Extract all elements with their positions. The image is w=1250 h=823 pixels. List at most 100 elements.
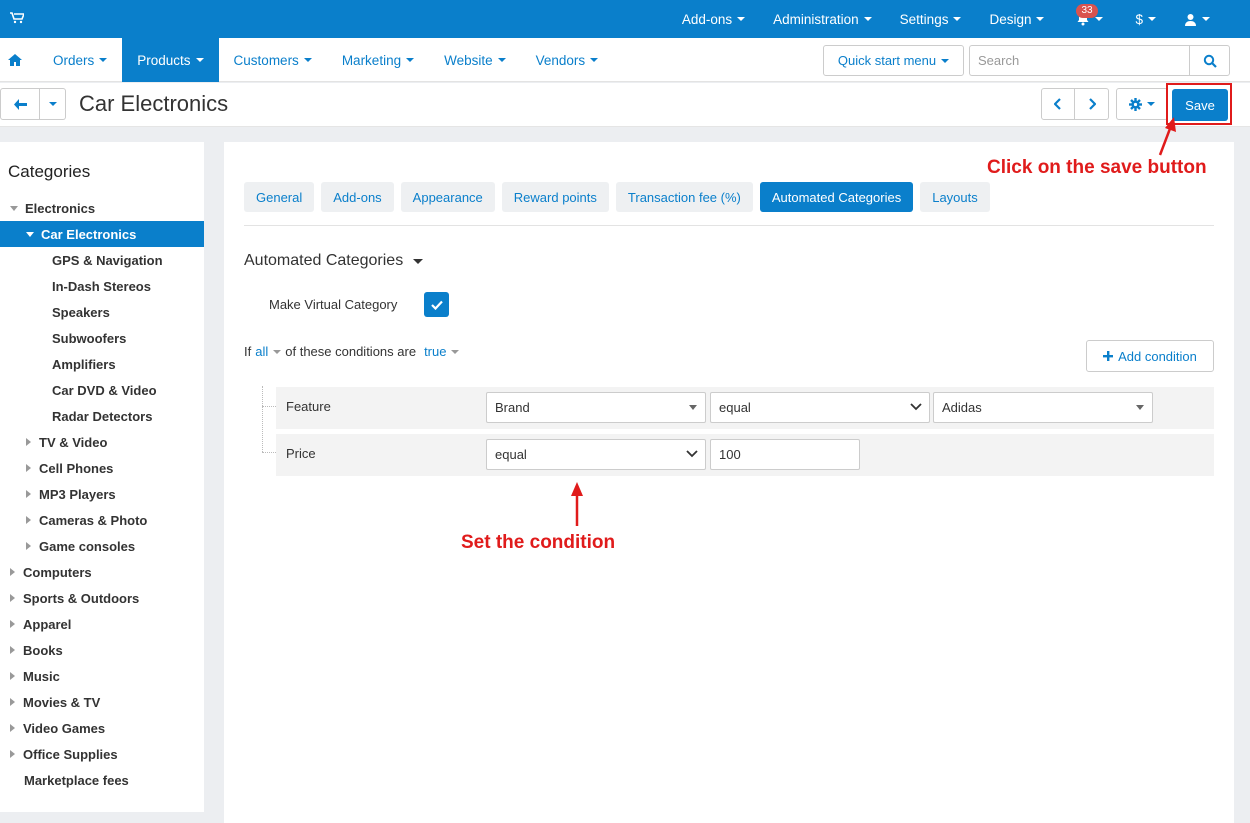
nav-item-marketing[interactable]: Marketing <box>327 38 429 82</box>
category-label: Subwoofers <box>52 330 127 346</box>
category-item[interactable]: GPS & Navigation <box>0 247 204 273</box>
topmenu-addons[interactable]: Add-ons <box>668 0 759 38</box>
sidebar-title: Categories <box>8 162 91 181</box>
arrow-left-icon <box>13 98 27 110</box>
back-menu-button[interactable] <box>40 88 66 120</box>
category-item[interactable]: Computers <box>0 559 204 585</box>
collapse-icon[interactable] <box>26 490 31 498</box>
category-item[interactable]: MP3 Players <box>0 481 204 507</box>
add-condition-button[interactable]: Add condition <box>1086 340 1214 372</box>
category-item[interactable]: Amplifiers <box>0 351 204 377</box>
condition-label: Feature <box>286 399 331 414</box>
collapse-icon[interactable] <box>26 464 31 472</box>
tab-transaction-fee[interactable]: Transaction fee (%) <box>615 182 753 212</box>
topmenu-administration[interactable]: Administration <box>759 0 886 38</box>
next-button[interactable] <box>1075 88 1109 120</box>
tab-add-ons[interactable]: Add-ons <box>321 182 394 212</box>
category-item[interactable]: Cameras & Photo <box>0 507 204 533</box>
category-label: Electronics <box>25 200 96 216</box>
main-nav: Orders Products Customers Marketing Website V… <box>0 38 1250 82</box>
category-item[interactable]: Marketplace fees <box>0 767 204 793</box>
feature-select[interactable]: Brand <box>486 392 706 423</box>
collapse-icon[interactable] <box>10 724 15 732</box>
chevron-down-icon <box>1148 17 1156 21</box>
caret-down-icon <box>689 405 697 410</box>
value-select[interactable]: Adidas <box>933 392 1153 423</box>
topmenu-settings[interactable]: Settings <box>886 0 976 38</box>
virtual-category-checkbox[interactable] <box>424 292 449 317</box>
topmenu-design[interactable]: Design <box>975 0 1058 38</box>
category-item[interactable]: In-Dash Stereos <box>0 273 204 299</box>
operator-select[interactable]: equal <box>710 392 930 423</box>
category-item[interactable]: Movies & TV <box>0 689 204 715</box>
category-item[interactable]: Subwoofers <box>0 325 204 351</box>
category-item[interactable]: Car Electronics <box>0 221 204 247</box>
expand-icon[interactable] <box>26 231 34 237</box>
chevron-down-icon <box>195 58 204 62</box>
category-item[interactable]: Books <box>0 637 204 663</box>
nav-item-products[interactable]: Products <box>122 38 219 82</box>
category-item[interactable]: Sports & Outdoors <box>0 585 204 611</box>
category-item[interactable]: Office Supplies <box>0 741 204 767</box>
tab-general[interactable]: General <box>244 182 315 212</box>
nav-item-website[interactable]: Website <box>429 38 521 82</box>
collapse-icon[interactable] <box>26 438 31 446</box>
category-item[interactable]: TV & Video <box>0 429 204 455</box>
collapse-icon[interactable] <box>10 698 15 706</box>
collapse-icon[interactable] <box>10 672 15 680</box>
section-title[interactable]: Automated Categories <box>244 252 424 270</box>
expand-icon[interactable] <box>10 205 18 211</box>
category-label: Marketplace fees <box>24 772 129 788</box>
collapse-icon[interactable] <box>10 568 15 576</box>
tab-automated-categories[interactable]: Automated Categories <box>759 182 914 212</box>
settings-dropdown-button[interactable] <box>1116 88 1168 120</box>
category-item[interactable]: Music <box>0 663 204 689</box>
category-item[interactable]: Game consoles <box>0 533 204 559</box>
category-item[interactable]: Car DVD & Video <box>0 377 204 403</box>
tab-reward-points[interactable]: Reward points <box>501 182 609 212</box>
nav-item-vendors[interactable]: Vendors <box>521 38 614 82</box>
tab-layouts[interactable]: Layouts <box>920 182 990 212</box>
collapse-icon[interactable] <box>10 594 15 602</box>
tab-divider <box>244 225 1214 226</box>
home-button[interactable] <box>0 38 30 82</box>
collapse-icon[interactable] <box>10 620 15 628</box>
save-button[interactable]: Save <box>1172 89 1228 121</box>
top-bar: Add-ons Administration Settings Design 3… <box>0 0 1250 38</box>
condition-all-dropdown[interactable]: all <box>255 344 282 359</box>
nav-item-customers[interactable]: Customers <box>219 38 327 82</box>
category-label: MP3 Players <box>39 486 116 502</box>
quick-start-menu[interactable]: Quick start menu <box>823 45 964 76</box>
category-tree: Electronics Car Electronics GPS & Navigati… <box>0 195 204 793</box>
category-item[interactable]: Cell Phones <box>0 455 204 481</box>
category-label: Speakers <box>52 304 110 320</box>
search-button[interactable] <box>1189 45 1230 76</box>
notifications-button[interactable]: 33 <box>1058 0 1121 38</box>
chevron-down-icon <box>273 349 282 354</box>
category-label: Game consoles <box>39 538 136 554</box>
collapse-icon[interactable] <box>10 750 15 758</box>
tab-appearance[interactable]: Appearance <box>400 182 495 212</box>
category-item[interactable]: Speakers <box>0 299 204 325</box>
condition-true-dropdown[interactable]: true <box>424 344 460 359</box>
search-input[interactable] <box>969 45 1190 76</box>
price-operator-select[interactable]: equal <box>486 439 706 470</box>
nav-item-orders[interactable]: Orders <box>38 38 122 82</box>
cart-icon[interactable] <box>10 12 24 24</box>
prev-button[interactable] <box>1041 88 1075 120</box>
currency-menu[interactable]: $ <box>1121 0 1170 38</box>
category-item[interactable]: Electronics <box>0 195 204 221</box>
collapse-icon[interactable] <box>10 646 15 654</box>
price-value-input[interactable]: 100 <box>710 439 860 470</box>
category-item[interactable]: Video Games <box>0 715 204 741</box>
user-menu[interactable] <box>1170 0 1250 38</box>
collapse-icon[interactable] <box>26 516 31 524</box>
condition-branch-line <box>262 406 276 407</box>
checkmark-icon <box>430 300 443 310</box>
category-item[interactable]: Apparel <box>0 611 204 637</box>
collapse-icon[interactable] <box>26 542 31 550</box>
save-hint-annotation: Click on the save button <box>987 157 1207 178</box>
back-button[interactable] <box>0 88 40 120</box>
condition-tree-line <box>262 386 263 452</box>
category-item[interactable]: Radar Detectors <box>0 403 204 429</box>
